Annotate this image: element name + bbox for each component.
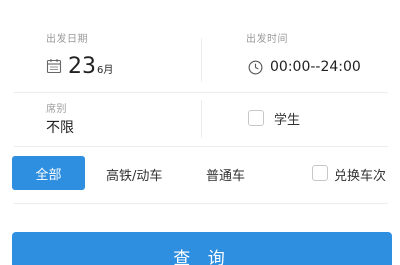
- departure-date-label: 出发日期: [46, 34, 88, 45]
- filter-all-button[interactable]: 全部: [12, 156, 85, 190]
- date-month: 6月: [97, 65, 114, 76]
- seat-student-row: 席别 不限 学生: [0, 92, 400, 146]
- filter-highspeed-button[interactable]: 高铁/动车: [106, 165, 162, 184]
- departure-date-field[interactable]: 出发日期 23 6月: [0, 22, 200, 92]
- departure-time-label: 出发时间: [246, 34, 288, 45]
- time-range: 00:00--24:00: [270, 59, 361, 75]
- departure-time-field[interactable]: 出发时间 00:00--24:00: [202, 22, 400, 92]
- seat-class-field[interactable]: 席别 不限: [0, 92, 200, 146]
- student-checkbox[interactable]: [248, 110, 264, 126]
- swap-train-label: 兑换车次: [334, 169, 387, 184]
- divider: [14, 146, 388, 147]
- seat-class-value: 不限: [46, 120, 74, 136]
- departure-time-value: 00:00--24:00: [248, 59, 361, 75]
- filter-regular-button[interactable]: 普通车: [206, 165, 245, 184]
- clock-icon: [248, 60, 263, 74]
- departure-date-value: 23 6月: [46, 56, 113, 78]
- calendar-icon: [46, 59, 62, 74]
- divider: [14, 203, 388, 204]
- train-search-form: 出发日期 23 6月 出发时间 00:00--24:00 席别 不限 学生 全部…: [0, 0, 400, 265]
- date-day: 23: [68, 54, 96, 79]
- date-time-row: 出发日期 23 6月 出发时间 00:00--24:00: [0, 22, 400, 92]
- swap-train-checkbox[interactable]: [312, 165, 328, 181]
- seat-class-label: 席别: [46, 104, 67, 115]
- query-button[interactable]: 查 询: [12, 232, 392, 265]
- train-type-filter: 全部 高铁/动车 普通车 兑换车次: [0, 156, 400, 192]
- student-label: 学生: [274, 113, 301, 128]
- student-option[interactable]: 学生: [202, 92, 400, 146]
